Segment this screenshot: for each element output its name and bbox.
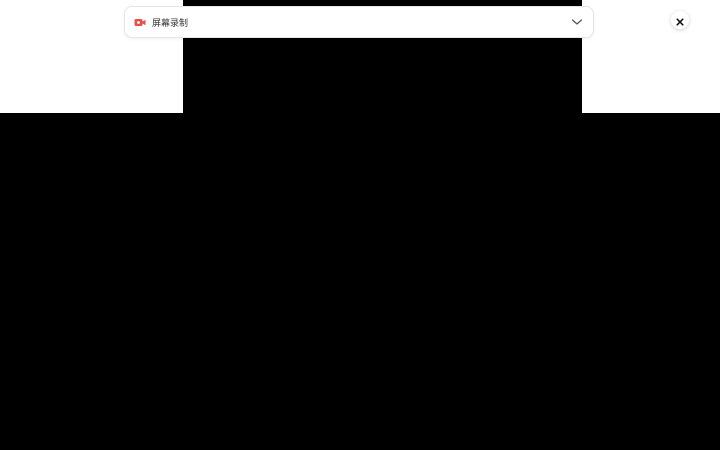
close-button[interactable]	[671, 11, 689, 29]
source-selector[interactable]: 屏幕录制	[124, 6, 594, 38]
source-label: 屏幕录制	[152, 18, 189, 29]
close-icon	[676, 11, 684, 30]
video-camera-icon	[134, 17, 146, 27]
chevron-down-icon[interactable]	[571, 16, 583, 28]
recording-stage: 屏幕录制	[0, 0, 720, 450]
